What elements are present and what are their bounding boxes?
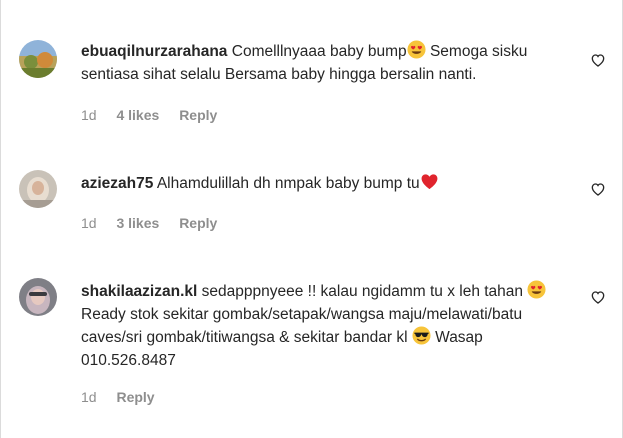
avatar[interactable]: [19, 40, 57, 78]
comment-time: 1d: [81, 107, 97, 123]
comment-time: 1d: [81, 215, 97, 231]
comment-meta: 1d 4 likes Reply: [81, 107, 233, 123]
comment-text: Alhamdulillah dh nmpak baby bump tu: [156, 175, 420, 192]
comment-meta: 1d 3 likes Reply: [81, 215, 233, 231]
sunglasses-emoji-icon: [412, 326, 431, 345]
comment-likes-count[interactable]: 3 likes: [116, 215, 159, 231]
reply-button[interactable]: Reply: [116, 389, 154, 405]
comment-likes-count[interactable]: 4 likes: [116, 107, 159, 123]
heart-outline-icon[interactable]: [590, 52, 606, 68]
reply-button[interactable]: Reply: [179, 107, 217, 123]
comment-username[interactable]: ebuaqilnurzarahana: [81, 43, 227, 60]
comment-text: Comelllnyaaa baby bump: [231, 43, 407, 60]
avatar[interactable]: [19, 170, 57, 208]
comments-panel: ebuaqilnurzarahana Comelllnyaaa baby bum…: [0, 0, 623, 438]
red-heart-emoji-icon: [420, 172, 439, 191]
comment-username[interactable]: aziezah75: [81, 175, 153, 192]
heart-outline-icon[interactable]: [590, 181, 606, 197]
heart-eyes-emoji-icon: [527, 280, 546, 299]
heart-outline-icon[interactable]: [590, 289, 606, 305]
reply-button[interactable]: Reply: [179, 215, 217, 231]
comment-username[interactable]: shakilaazizan.kl: [81, 283, 197, 300]
heart-eyes-emoji-icon: [407, 40, 426, 59]
comment-time: 1d: [81, 389, 97, 405]
comment-meta: 1d Reply: [81, 389, 171, 405]
avatar[interactable]: [19, 278, 57, 316]
comment-text: sedapppnyeee !! kalau ngidamm tu x leh t…: [201, 283, 524, 300]
